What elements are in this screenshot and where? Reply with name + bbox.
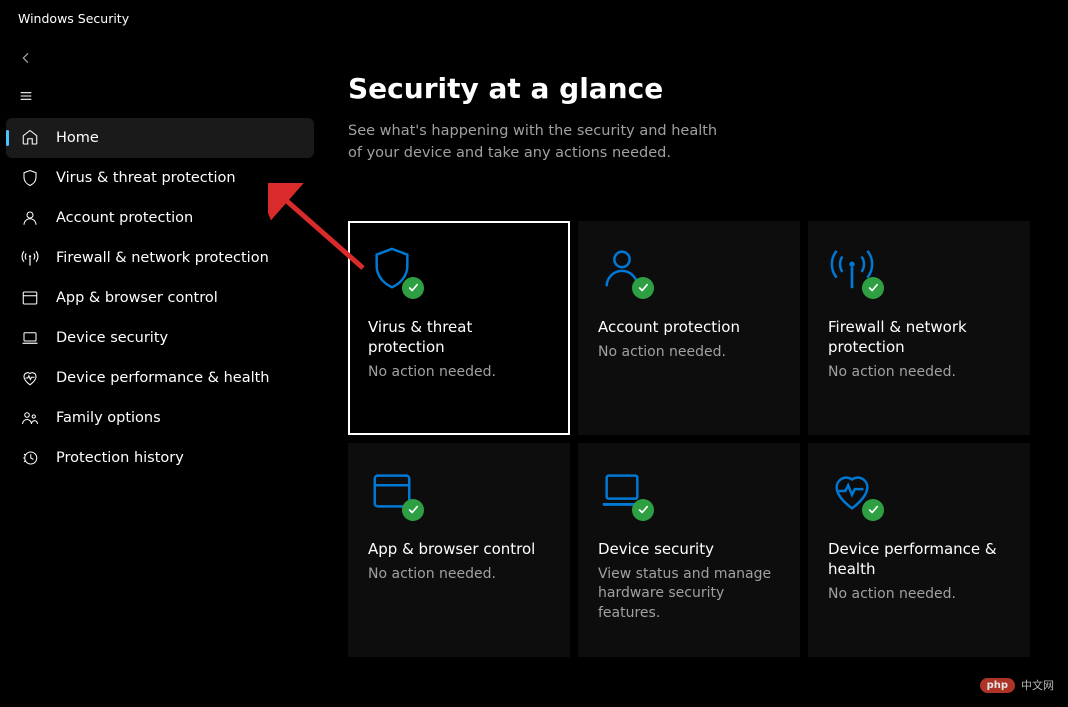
check-badge-icon <box>632 499 654 521</box>
antenna-icon <box>20 248 40 268</box>
card-title: Firewall & network protection <box>828 317 1010 358</box>
back-button[interactable] <box>6 40 46 76</box>
nav-item-performance[interactable]: Device performance & health <box>6 358 314 398</box>
family-icon <box>20 408 40 428</box>
nav-label: Account protection <box>56 210 193 226</box>
card-title: Account protection <box>598 317 780 337</box>
nav-item-account[interactable]: Account protection <box>6 198 314 238</box>
nav-item-virus[interactable]: Virus & threat protection <box>6 158 314 198</box>
card-status: No action needed. <box>598 343 780 363</box>
watermark-text: 中文网 <box>1021 677 1054 693</box>
nav-item-history[interactable]: Protection history <box>6 438 314 478</box>
page-title: Security at a glance <box>348 72 1040 105</box>
window-icon <box>20 288 40 308</box>
card-status: No action needed. <box>828 363 1010 383</box>
card-device-security[interactable]: Device security View status and manage h… <box>578 443 800 657</box>
laptop-icon <box>20 328 40 348</box>
card-title: Device security <box>598 539 780 559</box>
shield-icon <box>20 168 40 188</box>
watermark: php 中文网 <box>980 677 1054 693</box>
person-icon <box>20 208 40 228</box>
card-performance[interactable]: Device performance & health No action ne… <box>808 443 1030 657</box>
watermark-badge: php <box>980 678 1015 693</box>
nav-label: Firewall & network protection <box>56 250 269 266</box>
check-badge-icon <box>862 499 884 521</box>
card-account[interactable]: Account protection No action needed. <box>578 221 800 435</box>
nav-label: Virus & threat protection <box>56 170 236 186</box>
app-title: Windows Security <box>0 0 1068 36</box>
home-icon <box>20 128 40 148</box>
nav-item-app-browser[interactable]: App & browser control <box>6 278 314 318</box>
card-app-browser[interactable]: App & browser control No action needed. <box>348 443 570 657</box>
card-status: View status and manage hardware security… <box>598 565 780 624</box>
check-badge-icon <box>402 277 424 299</box>
nav-label: App & browser control <box>56 290 218 306</box>
card-firewall[interactable]: Firewall & network protection No action … <box>808 221 1030 435</box>
nav-list: Home Virus & threat protection Account p… <box>0 118 320 478</box>
card-title: App & browser control <box>368 539 550 559</box>
nav-label: Protection history <box>56 450 184 466</box>
nav-item-device-security[interactable]: Device security <box>6 318 314 358</box>
nav-label: Family options <box>56 410 161 426</box>
card-title: Device performance & health <box>828 539 1010 580</box>
card-virus[interactable]: Virus & threat protection No action need… <box>348 221 570 435</box>
nav-label: Device performance & health <box>56 370 270 386</box>
check-badge-icon <box>862 277 884 299</box>
main-content: Security at a glance See what's happenin… <box>320 36 1068 707</box>
sidebar: Home Virus & threat protection Account p… <box>0 36 320 707</box>
check-badge-icon <box>632 277 654 299</box>
card-title: Virus & threat protection <box>368 317 550 358</box>
nav-label: Device security <box>56 330 168 346</box>
history-icon <box>20 448 40 468</box>
card-status: No action needed. <box>368 363 550 383</box>
page-subtitle: See what's happening with the security a… <box>348 121 728 165</box>
card-status: No action needed. <box>828 585 1010 605</box>
card-status: No action needed. <box>368 565 550 585</box>
nav-item-home[interactable]: Home <box>6 118 314 158</box>
nav-label: Home <box>56 130 99 146</box>
hamburger-button[interactable] <box>6 78 46 114</box>
heart-icon <box>20 368 40 388</box>
card-grid: Virus & threat protection No action need… <box>348 221 1040 657</box>
check-badge-icon <box>402 499 424 521</box>
nav-item-family[interactable]: Family options <box>6 398 314 438</box>
nav-item-firewall[interactable]: Firewall & network protection <box>6 238 314 278</box>
